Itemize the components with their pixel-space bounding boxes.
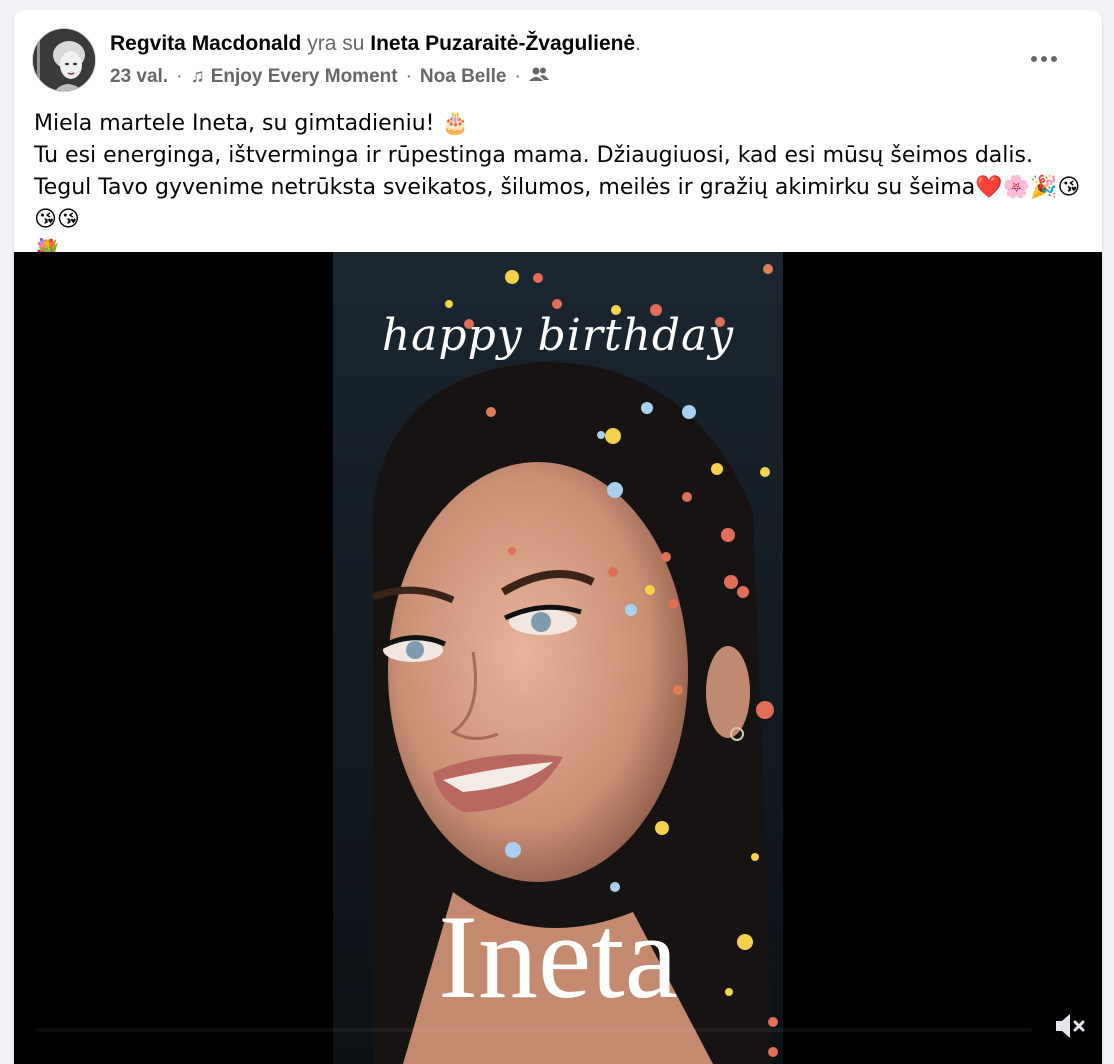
post-text-line: Miela martele Ineta, su gimtadieniu! 🎂 [34,111,469,136]
song-artist-link[interactable]: Noa Belle [420,66,507,88]
separator-dot: · [514,66,521,87]
tagged-user-link[interactable]: Ineta Puzaraitė-Žvagulienė [370,32,635,55]
more-options-icon[interactable] [1024,44,1064,74]
post-meta: 23 val. · ♫ Enjoy Every Moment · Noa Bel… [110,66,549,88]
post-card: Regvita Macdonald yra su Ineta Puzaraitė… [14,10,1102,1064]
more-dot [1031,56,1037,62]
video-frame: happy birthday Ineta [333,252,783,1064]
video-player[interactable]: happy birthday Ineta [14,252,1102,1064]
tagged-suffix: . [635,32,642,55]
post-header: Regvita Macdonald yra su Ineta Puzaraitė… [32,28,1084,94]
with-text: yra su [307,32,365,55]
video-overlay-name: Ineta [438,890,678,1023]
post-text-line: Tu esi energinga, ištverminga ir rūpesti… [34,143,1081,232]
more-dot [1051,56,1057,62]
speaker-muted-icon[interactable] [1050,1006,1090,1046]
author-name-link[interactable]: Regvita Macdonald [110,32,301,55]
more-dot [1041,56,1047,62]
post-timestamp[interactable]: 23 val. [110,66,168,88]
friends-icon[interactable] [528,66,549,88]
post-message: Miela martele Ineta, su gimtadieniu! 🎂 T… [34,108,1084,268]
post-author-line: Regvita Macdonald yra su Ineta Puzaraitė… [110,32,641,56]
video-overlay-greeting: happy birthday [381,310,735,361]
video-progress-bar[interactable] [36,1028,1032,1032]
music-note-icon: ♫ [190,66,205,87]
separator-dot: · [405,66,412,87]
separator-dot: · [176,66,183,87]
author-avatar[interactable] [32,28,96,92]
song-title-link[interactable]: Enjoy Every Moment [211,66,398,88]
